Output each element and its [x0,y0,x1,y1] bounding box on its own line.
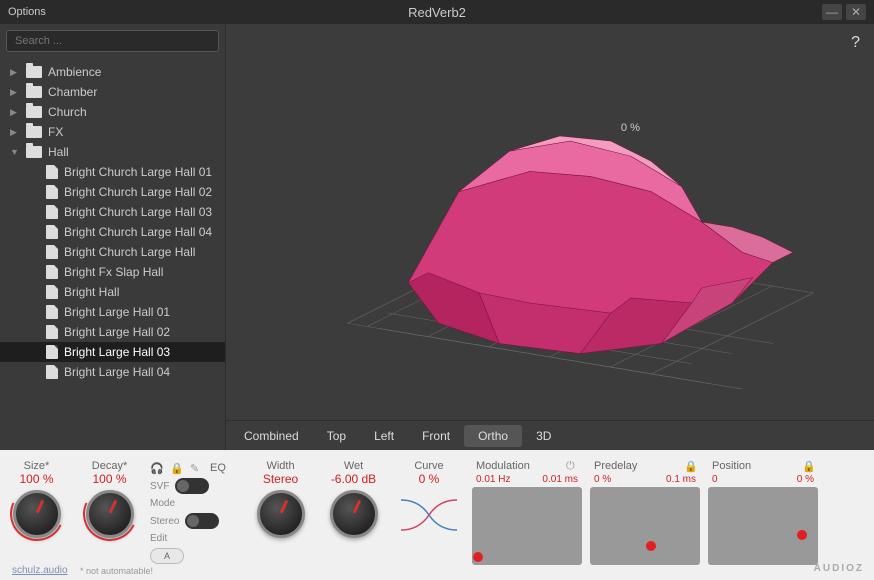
options-menu[interactable]: Options [8,6,46,18]
curve-display[interactable] [399,490,459,540]
file-icon [46,285,58,299]
watermark: AUDIOZ [814,563,864,574]
preset-item[interactable]: Bright Large Hall 01 [0,302,225,322]
lock-icon[interactable]: 🔒 [802,460,814,472]
position-label: Position [712,460,751,472]
view-tab-top[interactable]: Top [313,425,360,447]
window-title: RedVerb2 [408,5,466,20]
view-tab-front[interactable]: Front [408,425,464,447]
modulation-xy-pad[interactable] [472,487,582,565]
curve-label: Curve [414,460,443,472]
lock-icon[interactable]: 🔒 [684,460,696,472]
folder-icon [26,126,42,138]
eq-label: EQ [210,462,226,474]
vendor-link[interactable]: schulz.audio [12,565,68,576]
preset-item[interactable]: Bright Church Large Hall [0,242,225,262]
preset-item[interactable]: Bright Large Hall 03 [0,342,225,362]
width-value: Stereo [263,472,298,486]
position-v2: 0 % [797,474,814,485]
headphones-icon[interactable]: 🎧 [150,462,162,474]
file-icon [46,305,58,319]
preset-item[interactable]: Bright Hall [0,282,225,302]
file-icon [46,365,58,379]
folder-chamber[interactable]: ▶Chamber [0,82,225,102]
preset-item[interactable]: Bright Church Large Hall 04 [0,222,225,242]
search-input[interactable] [6,30,219,52]
folder-icon [26,66,42,78]
help-icon[interactable]: ? [851,34,860,52]
preset-sidebar: ▶Ambience▶Chamber▶Church▶FX▼HallBright C… [0,24,226,450]
folder-church[interactable]: ▶Church [0,102,225,122]
file-icon [46,325,58,339]
predelay-label: Predelay [594,460,637,472]
waveform-3d-view[interactable]: 0 % [226,24,874,420]
folder-fx[interactable]: ▶FX [0,122,225,142]
file-icon [46,245,58,259]
mode-label: Mode [150,498,175,509]
file-icon [46,165,58,179]
size-value: 100 % [19,472,53,486]
modulation-label: Modulation [476,460,530,472]
preset-item[interactable]: Bright Church Large Hall 01 [0,162,225,182]
width-knob[interactable] [257,490,305,538]
preset-item[interactable]: Bright Church Large Hall 02 [0,182,225,202]
footer-note: * not automatable! [80,566,153,576]
edit-label: Edit [150,533,167,544]
svf-toggle[interactable] [175,478,209,494]
wet-value: -6.00 dB [331,472,376,486]
modulation-v2: 0.01 ms [542,474,578,485]
file-icon [46,185,58,199]
wet-knob[interactable] [330,490,378,538]
wet-label: Wet [344,460,363,472]
decay-value: 100 % [92,472,126,486]
size-label: Size* [24,460,50,472]
folder-icon [26,106,42,118]
titlebar: Options RedVerb2 — ✕ [0,0,874,24]
folder-icon [26,86,42,98]
decay-label: Decay* [92,460,127,472]
pencil-icon[interactable]: ✎ [190,462,202,474]
preset-item[interactable]: Bright Large Hall 04 [0,362,225,382]
file-icon [46,225,58,239]
power-icon[interactable]: ⏻ [566,460,578,472]
edit-button[interactable]: A [150,548,184,564]
curve-value: 0 % [419,472,440,486]
stereo-toggle[interactable] [185,513,219,529]
stereo-label: Stereo [150,516,179,527]
file-icon [46,345,58,359]
position-xy-pad[interactable] [708,487,818,565]
folder-icon [26,146,42,158]
minimize-button[interactable]: — [822,4,842,20]
decay-knob[interactable] [86,490,134,538]
z-axis-label: 0 % [621,122,640,134]
width-label: Width [266,460,294,472]
visualizer-panel: ? 0 % [226,24,874,450]
file-icon [46,265,58,279]
modulation-v1: 0.01 Hz [476,474,510,485]
controls-panel: Size* 100 % Decay* 100 % 🎧 🔒 ✎ EQ SVF Mo… [0,450,874,580]
preset-item[interactable]: Bright Large Hall 02 [0,322,225,342]
position-v1: 0 [712,474,718,485]
close-button[interactable]: ✕ [846,4,866,20]
view-tabs: CombinedTopLeftFrontOrtho3D [226,420,874,450]
predelay-xy-pad[interactable] [590,487,700,565]
preset-item[interactable]: Bright Church Large Hall 03 [0,202,225,222]
predelay-v1: 0 % [594,474,611,485]
size-knob[interactable] [13,490,61,538]
preset-item[interactable]: Bright Fx Slap Hall [0,262,225,282]
view-tab-combined[interactable]: Combined [230,425,313,447]
view-tab-3d[interactable]: 3D [522,425,565,447]
svf-label: SVF [150,481,169,492]
lock-icon[interactable]: 🔒 [170,462,182,474]
preset-tree[interactable]: ▶Ambience▶Chamber▶Church▶FX▼HallBright C… [0,58,225,450]
folder-ambience[interactable]: ▶Ambience [0,62,225,82]
predelay-v2: 0.1 ms [666,474,696,485]
view-tab-ortho[interactable]: Ortho [464,425,522,447]
folder-hall[interactable]: ▼Hall [0,142,225,162]
file-icon [46,205,58,219]
view-tab-left[interactable]: Left [360,425,408,447]
